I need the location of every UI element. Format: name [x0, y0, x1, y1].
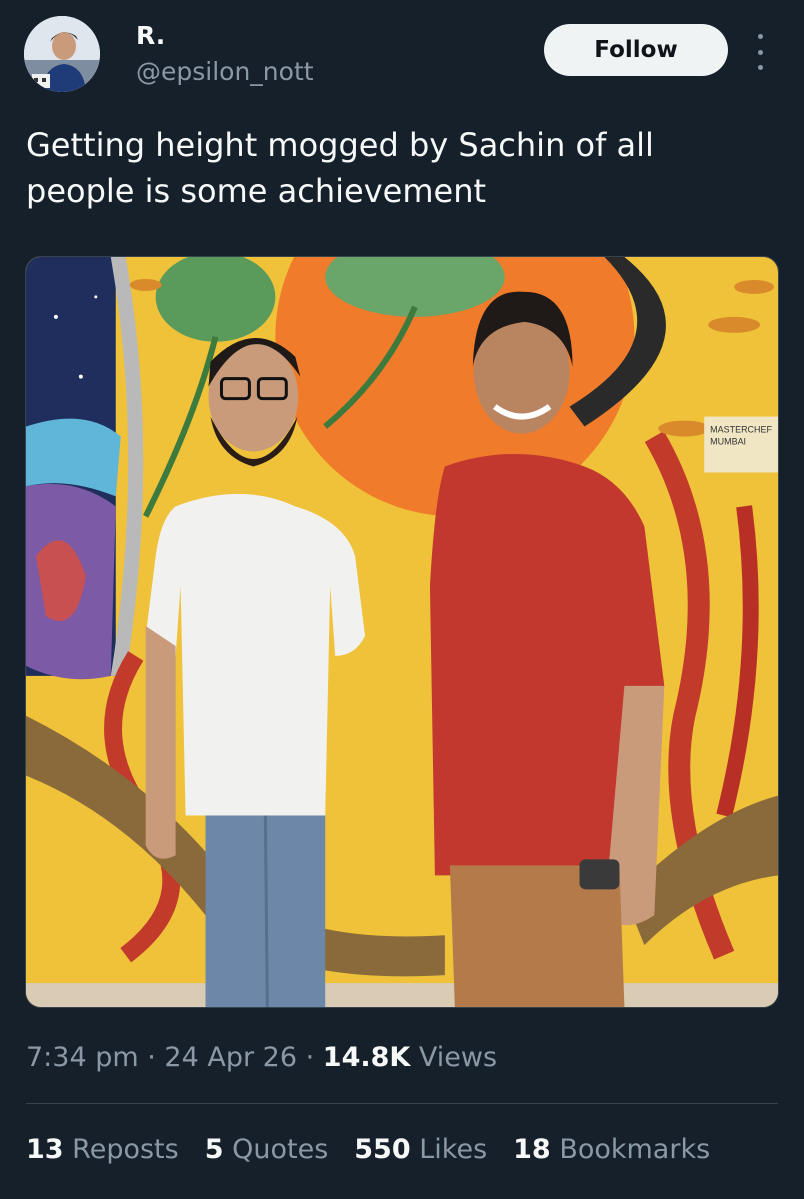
- likes-count: 550: [354, 1134, 411, 1165]
- author-info: R. @epsilon_nott: [136, 20, 314, 88]
- tweet-time[interactable]: 7:34 pm: [26, 1042, 139, 1073]
- author-display-name[interactable]: R.: [136, 20, 314, 52]
- tweet-header: R. @epsilon_nott Follow: [24, 16, 780, 98]
- tweet-date[interactable]: 24 Apr 26: [164, 1042, 297, 1073]
- separator: ·: [305, 1042, 323, 1073]
- likes-label: Likes: [419, 1134, 488, 1165]
- tweet-text: Getting height mogged by Sachin of all p…: [26, 126, 654, 210]
- sign-line2: MUMBAI: [710, 437, 746, 447]
- quotes-count: 5: [204, 1134, 224, 1165]
- quotes-label: Quotes: [232, 1134, 329, 1165]
- tweet-meta: 7:34 pm · 24 Apr 26 · 14.8K Views: [26, 1038, 497, 1078]
- dot: [757, 49, 763, 55]
- divider: [26, 1103, 778, 1104]
- sign-line1: MASTERCHEF: [710, 425, 772, 435]
- views-label: Views: [418, 1042, 498, 1073]
- reposts-label: Reposts: [72, 1134, 179, 1165]
- bookmarks-count: 18: [513, 1134, 551, 1165]
- bookmarks-label: Bookmarks: [559, 1134, 711, 1165]
- dot: [757, 34, 763, 39]
- views-count: 14.8K: [322, 1042, 411, 1073]
- likes-stat[interactable]: 550 Likes: [354, 1130, 487, 1170]
- dot: [757, 65, 763, 70]
- more-options-icon[interactable]: [748, 34, 772, 70]
- follow-button[interactable]: Follow: [544, 24, 728, 76]
- tweet-photo[interactable]: MASTERCHEF MUMBAI: [25, 256, 779, 1008]
- author-handle[interactable]: @epsilon_nott: [136, 56, 314, 88]
- reposts-count: 13: [26, 1134, 64, 1165]
- engagement-stats: 13 Reposts 5 Quotes 550 Likes 18 Bookmar…: [26, 1130, 710, 1170]
- reposts-stat[interactable]: 13 Reposts: [26, 1130, 179, 1170]
- bookmarks-stat[interactable]: 18 Bookmarks: [513, 1130, 710, 1170]
- avatar[interactable]: [24, 16, 100, 92]
- separator: ·: [147, 1042, 165, 1073]
- quotes-stat[interactable]: 5 Quotes: [205, 1130, 329, 1170]
- photo-artwork: MASTERCHEF MUMBAI: [26, 257, 778, 1007]
